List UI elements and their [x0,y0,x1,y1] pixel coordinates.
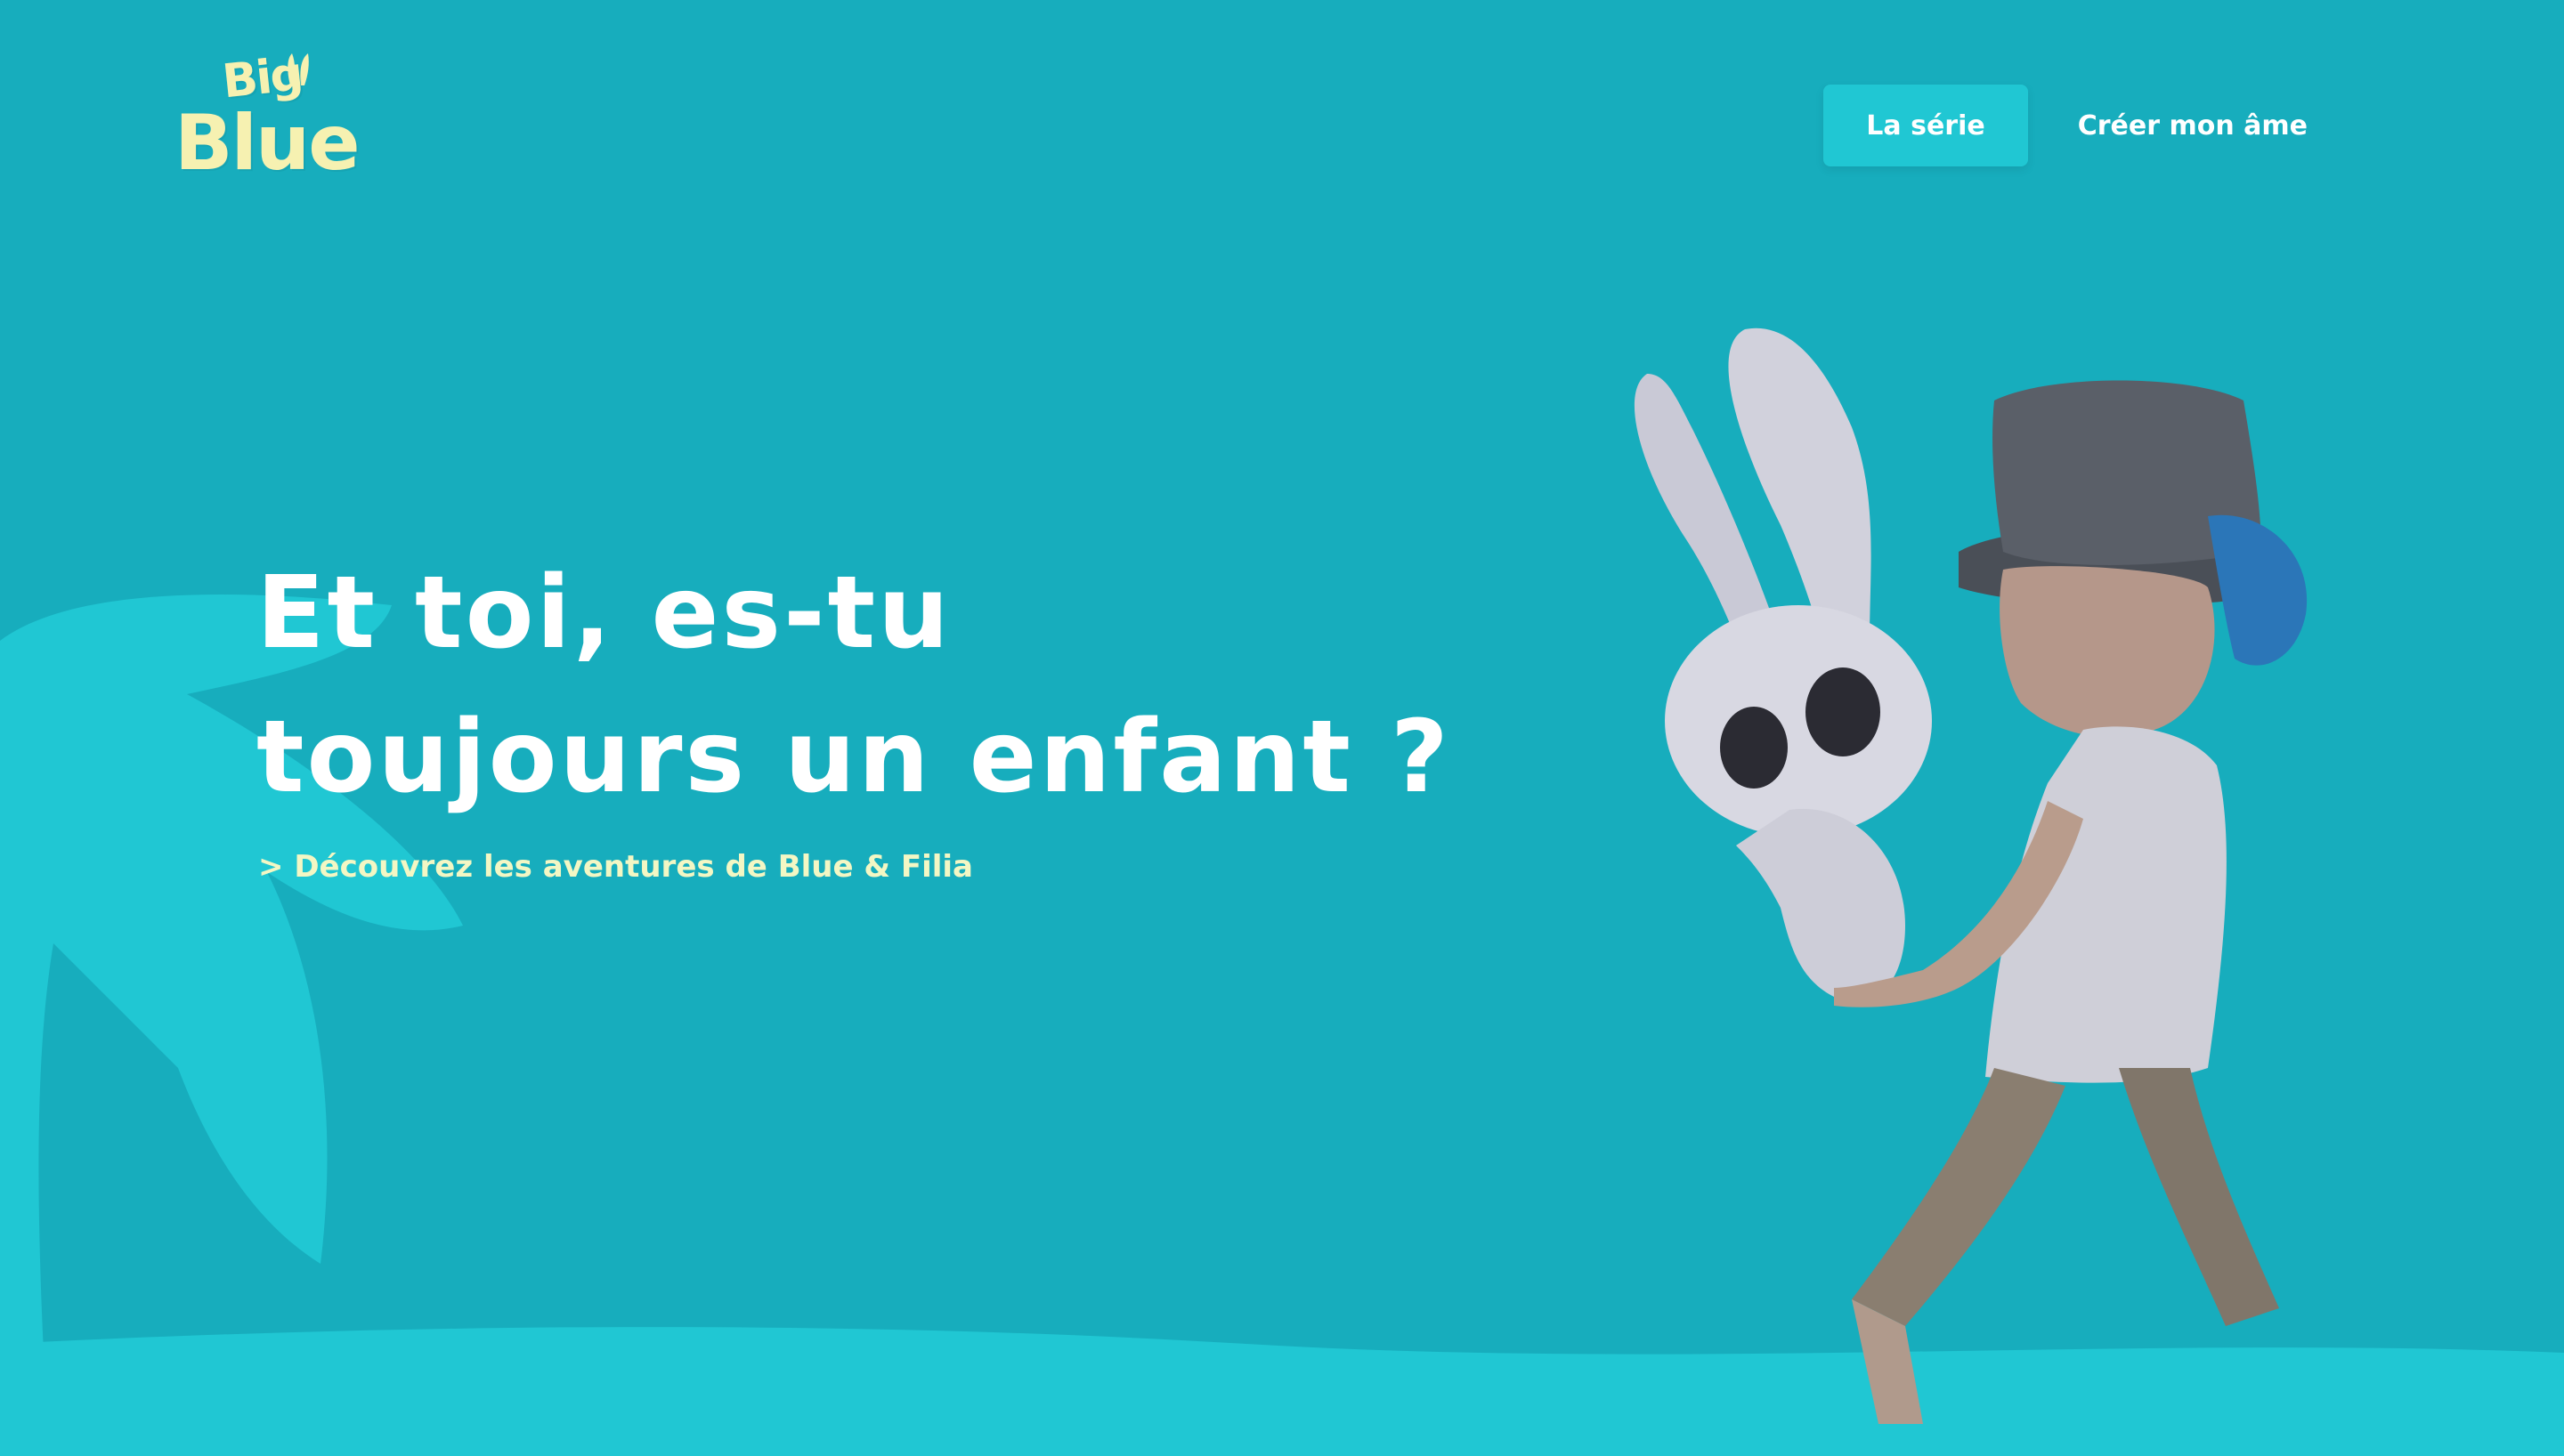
boy-hair [2208,514,2308,666]
big-blue-logo[interactable]: Big Blue [174,47,379,201]
logo-word-big: Big [220,47,304,109]
rabbit-eye-right [1805,667,1880,756]
boy-right-leg [2119,1068,2279,1326]
rabbit-body [1736,808,1905,1003]
main-nav: La série Créer mon âme [1823,85,2350,166]
page: Big Blue La série Créer mon âme Et toi, … [0,0,2564,1456]
hero-title-line2: toujours un enfant ? [256,700,1451,815]
nav-la-serie-button[interactable]: La série [1823,85,2028,166]
boy-left-leg [1852,1068,2065,1326]
boy-left-shin [1852,1299,1923,1424]
nav-creer-mon-ame-button[interactable]: Créer mon âme [2035,85,2350,166]
rabbit-head [1665,605,1932,837]
discover-adventures-link[interactable]: > Découvrez les aventures de Blue & Fili… [258,849,973,885]
characters-illustration [1634,328,2308,1424]
rabbit-eye-left [1720,707,1788,789]
logo-word-blue: Blue [174,99,361,188]
hero-title: Et toi, es-tu toujours un enfant ? [256,541,1451,829]
hero-title-line1: Et toi, es-tu [256,555,952,671]
boy-face [2000,566,2215,738]
